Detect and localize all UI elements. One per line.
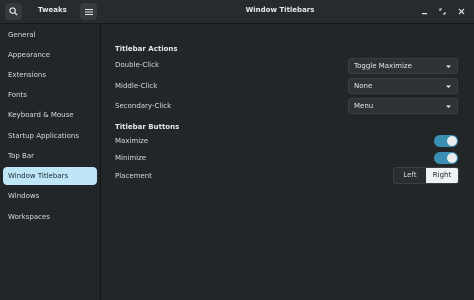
close-icon [458, 8, 465, 15]
double-click-value: Toggle Maximize [354, 62, 412, 70]
window-title: Window Titlebars [245, 6, 315, 14]
sidebar-item-top-bar[interactable]: Top Bar [3, 147, 97, 165]
sidebar-item-general[interactable]: General [3, 26, 97, 44]
toggle-knob [447, 153, 457, 163]
close-window-button[interactable] [455, 5, 468, 18]
tweaks-window: Tweaks Window Titlebars General Appearan… [0, 0, 474, 300]
sidebar-item-fonts[interactable]: Fonts [3, 86, 97, 104]
placement-left-button[interactable]: Left [394, 168, 426, 183]
settings-panel: Titlebar Actions Double-Click Toggle Max… [101, 24, 474, 300]
titlebar-actions-heading: Titlebar Actions [115, 45, 178, 53]
titlebar-buttons-heading: Titlebar Buttons [115, 123, 180, 131]
secondary-click-value: Menu [354, 102, 374, 110]
sidebar-item-appearance[interactable]: Appearance [3, 46, 97, 64]
toggle-knob [447, 136, 457, 146]
sidebar-item-keyboard-mouse[interactable]: Keyboard & Mouse [3, 106, 97, 124]
double-click-label: Double-Click [115, 61, 160, 69]
chevron-down-icon [446, 65, 451, 68]
sidebar-item-workspaces[interactable]: Workspaces [3, 208, 97, 226]
sidebar-item-window-titlebars[interactable]: Window Titlebars [3, 167, 97, 185]
maximize-label: Maximize [115, 137, 149, 145]
header-bar: Tweaks Window Titlebars [0, 0, 474, 24]
secondary-click-label: Secondary-Click [115, 102, 172, 110]
sidebar: General Appearance Extensions Fonts Keyb… [0, 24, 101, 300]
middle-click-value: None [354, 82, 373, 90]
sidebar-item-extensions[interactable]: Extensions [3, 66, 97, 84]
chevron-down-icon [446, 85, 451, 88]
middle-click-label: Middle-Click [115, 82, 158, 90]
minimize-toggle[interactable] [434, 152, 458, 164]
minimize-window-button[interactable] [418, 5, 431, 18]
sidebar-item-startup-applications[interactable]: Startup Applications [3, 127, 97, 145]
chevron-down-icon [446, 105, 451, 108]
sidebar-item-windows[interactable]: Windows [3, 187, 97, 205]
maximize-toggle[interactable] [434, 135, 458, 147]
placement-label: Placement [115, 172, 152, 180]
minimize-label: Minimize [115, 154, 147, 162]
placement-selector: Left Right [393, 167, 459, 184]
maximize-icon [439, 8, 446, 15]
secondary-click-dropdown[interactable]: Menu [348, 98, 458, 114]
double-click-dropdown[interactable]: Toggle Maximize [348, 58, 458, 74]
minimize-icon [422, 13, 427, 15]
placement-right-button[interactable]: Right [426, 168, 458, 183]
middle-click-dropdown[interactable]: None [348, 78, 458, 94]
maximize-window-button[interactable] [436, 5, 449, 18]
